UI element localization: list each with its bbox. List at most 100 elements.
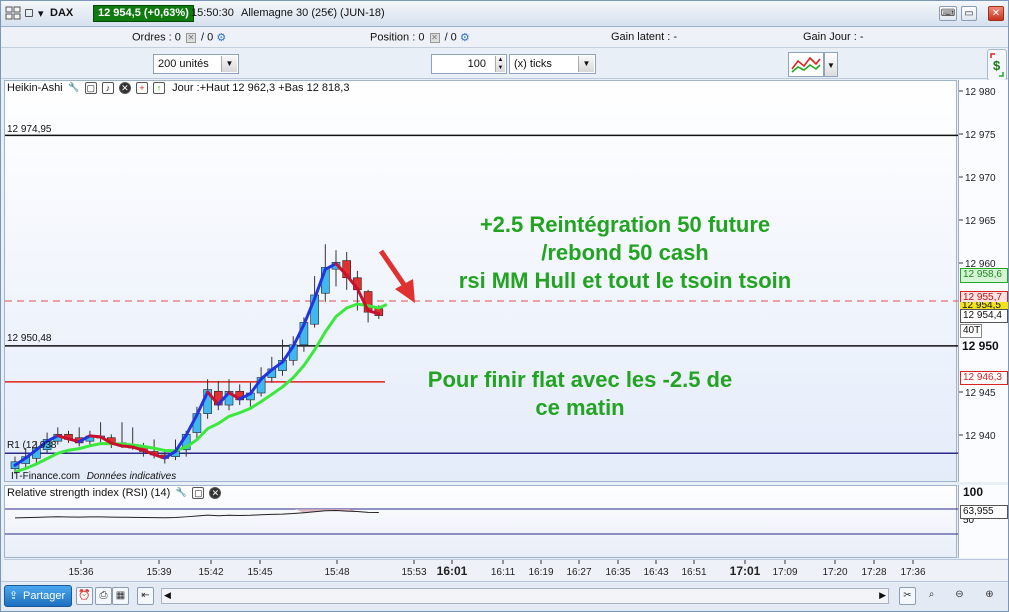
close-icon[interactable]: ✕	[209, 487, 222, 500]
gear-icon[interactable]: ⚙	[216, 32, 226, 44]
price-badge: 12 954,5 (+0,63%)	[93, 5, 194, 22]
minimize-icon[interactable]: ▭	[961, 6, 977, 21]
rsi-panel[interactable]: Relative strength index (RSI) (14) 🔧 ▢ ✕	[4, 485, 958, 558]
share-icon: ⇪	[9, 590, 19, 602]
price-tick-label: 12 940	[965, 431, 996, 442]
scroll-left-icon[interactable]: ◀	[164, 590, 171, 601]
watermark: IT-Finance.com Données indicatives	[11, 471, 176, 482]
account-info-row: Ordres : 0 ✕ / 0 ⚙ Position : 0 ✕ / 0 ⚙ …	[1, 28, 1008, 48]
scissors-icon[interactable]: ✂	[899, 587, 916, 605]
hull-ma-segment	[120, 444, 135, 449]
price-tick-label: 12 965	[965, 216, 996, 227]
zoom-in-icon[interactable]: ⊕	[981, 587, 998, 605]
rsi-line	[14, 510, 379, 519]
symbol-label[interactable]: DAX	[50, 7, 73, 19]
cancel-icon[interactable]: ✕	[429, 32, 440, 43]
level-label-1: 12 974,95	[7, 124, 52, 135]
moving-average-line	[14, 302, 388, 474]
wrench-icon[interactable]: 🔧	[68, 82, 80, 94]
pin-icon[interactable]	[25, 9, 33, 17]
zoom-out-icon[interactable]: ⊖	[951, 587, 968, 605]
close-icon[interactable]: ✕	[988, 6, 1004, 21]
time-tick-label: 16:43	[643, 567, 668, 578]
time-axis[interactable]: 15:36 15:39 15:42 15:45 15:48 15:53 16:01 16:11…	[4, 559, 1008, 581]
time-tick-label: 16:01	[437, 564, 468, 578]
dropdown-arrow-icon[interactable]: ▾	[38, 7, 44, 20]
rsi-label[interactable]: Relative strength index (RSI) (14)	[7, 487, 170, 499]
ticks-unit-select[interactable]: (x) ticks ▼	[509, 54, 596, 74]
gain-latent: Gain latent : -	[611, 31, 677, 43]
day-range-info: Jour :+Haut 12 962,3 +Bas 12 818,3	[172, 82, 350, 94]
calendar-icon[interactable]: ▦	[112, 587, 129, 605]
window-grid-icon[interactable]	[5, 6, 21, 21]
spinner-icon[interactable]: ▲ ▼	[495, 56, 505, 72]
instrument-name: Allemagne 30 (25€) (JUN-18)	[241, 7, 385, 19]
level-label-2: 12 950,48	[7, 333, 52, 344]
tag-current: 12 954,4	[960, 309, 1008, 323]
wrench-icon[interactable]: 🔧	[175, 487, 187, 499]
quantity-select-value: 200 unités	[158, 58, 209, 70]
time-tick-label: 17:20	[822, 567, 847, 578]
ticks-input-value: 100	[467, 58, 486, 70]
orders-value: 0	[174, 31, 181, 44]
indicator-name[interactable]: Heikin-Ashi	[7, 82, 63, 94]
price-chart[interactable]: Heikin-Ashi 🔧 ▢ ♪ ✕ + ↑ Jour :+Haut 12 9…	[4, 80, 958, 482]
ticks-unit-value: (x) ticks	[514, 58, 552, 70]
keyboard-icon[interactable]: ⌨	[939, 6, 957, 21]
time-tick-label: 17:28	[861, 567, 886, 578]
gain-latent-label: Gain latent :	[611, 31, 671, 43]
position-info: Position : 0 ✕ / 0 ⚙	[370, 31, 470, 44]
zoom-fit-icon[interactable]: ⌕	[923, 587, 940, 605]
price-tick-label: 12 970	[965, 173, 996, 184]
tag-timeframe: 40T	[960, 324, 982, 338]
time-tick-label: 15:45	[247, 567, 272, 578]
horizontal-scrollbar[interactable]: ◀ ▶	[161, 588, 889, 604]
quantity-select[interactable]: 200 unités ▼	[153, 54, 239, 74]
order-toolbar: 200 unités ▼ 100 ▲ ▼ (x) ticks ▼ ▼	[1, 49, 1008, 79]
bell-icon[interactable]: ♪	[101, 82, 114, 95]
share-button[interactable]: ⇪ Partager	[4, 585, 72, 607]
dollar-arrows-icon[interactable]: $	[987, 49, 1007, 81]
time-tick-label: 15:42	[198, 567, 223, 578]
chart-type-button[interactable]	[788, 52, 824, 77]
arrow-annotation	[378, 249, 410, 291]
chart-type-icon	[791, 56, 821, 73]
time-tick-label: 16:11	[491, 567, 516, 578]
bottom-toolbar: ⇪ Partager ⏰ ⎙ ▦ ⇤ ◀ ▶ ✂ ⌕ ⊖ ⊕	[1, 581, 1008, 611]
scroll-right-icon[interactable]: ▶	[879, 590, 886, 601]
add-indicator-icon[interactable]: +	[135, 82, 148, 95]
gear-icon[interactable]: ⚙	[460, 32, 470, 44]
clock: 15:50:30	[191, 7, 234, 19]
annotation-line: Pour finir flat avec les -2.5 de	[427, 367, 733, 392]
time-tick-label: 15:36	[68, 567, 93, 578]
annotation-line: +2.5 Reintégration 50 future	[479, 212, 771, 237]
maximize-icon[interactable]: ▢	[84, 82, 97, 95]
orders-label: Ordres :	[132, 31, 172, 44]
position-label: Position :	[370, 31, 416, 44]
ticks-input[interactable]: 100 ▲ ▼	[431, 54, 507, 74]
print-icon[interactable]: ⎙	[95, 587, 112, 605]
arrow-up-icon[interactable]: ↑	[153, 82, 166, 95]
cancel-icon[interactable]: ✕	[185, 32, 196, 43]
price-axis[interactable]: 12 980 12 975 12 970 12 965 12 960 12 945 12 9…	[958, 80, 1008, 482]
gain-latent-value: -	[673, 31, 678, 43]
svg-text:$: $	[993, 58, 1001, 73]
price-tick-label: 12 975	[965, 130, 996, 141]
position-sep: / 0	[444, 31, 457, 44]
hull-ma-segment	[88, 434, 103, 439]
chevron-down-icon[interactable]: ▼	[221, 56, 237, 72]
time-tick-label: 17:36	[900, 567, 925, 578]
close-icon[interactable]: ✕	[118, 82, 131, 95]
orders-sep: / 0	[201, 31, 214, 44]
tag-round-level: 12 950	[962, 339, 999, 353]
maximize-icon[interactable]: ▢	[192, 487, 205, 500]
annotation-line: ce matin	[535, 395, 625, 420]
chart-legend: Heikin-Ashi 🔧 ▢ ♪ ✕ + ↑ Jour :+Haut 12 9…	[7, 82, 349, 98]
chevron-down-icon[interactable]: ▼	[578, 56, 594, 72]
time-tick-label: 16:51	[681, 567, 706, 578]
scroll-start-icon[interactable]: ⇤	[137, 587, 154, 605]
chevron-down-icon[interactable]: ▼	[824, 52, 838, 77]
alarm-icon[interactable]: ⏰	[76, 587, 93, 605]
price-tick-label: 12 980	[965, 87, 996, 98]
orders-info: Ordres : 0 ✕ / 0 ⚙	[132, 31, 226, 44]
